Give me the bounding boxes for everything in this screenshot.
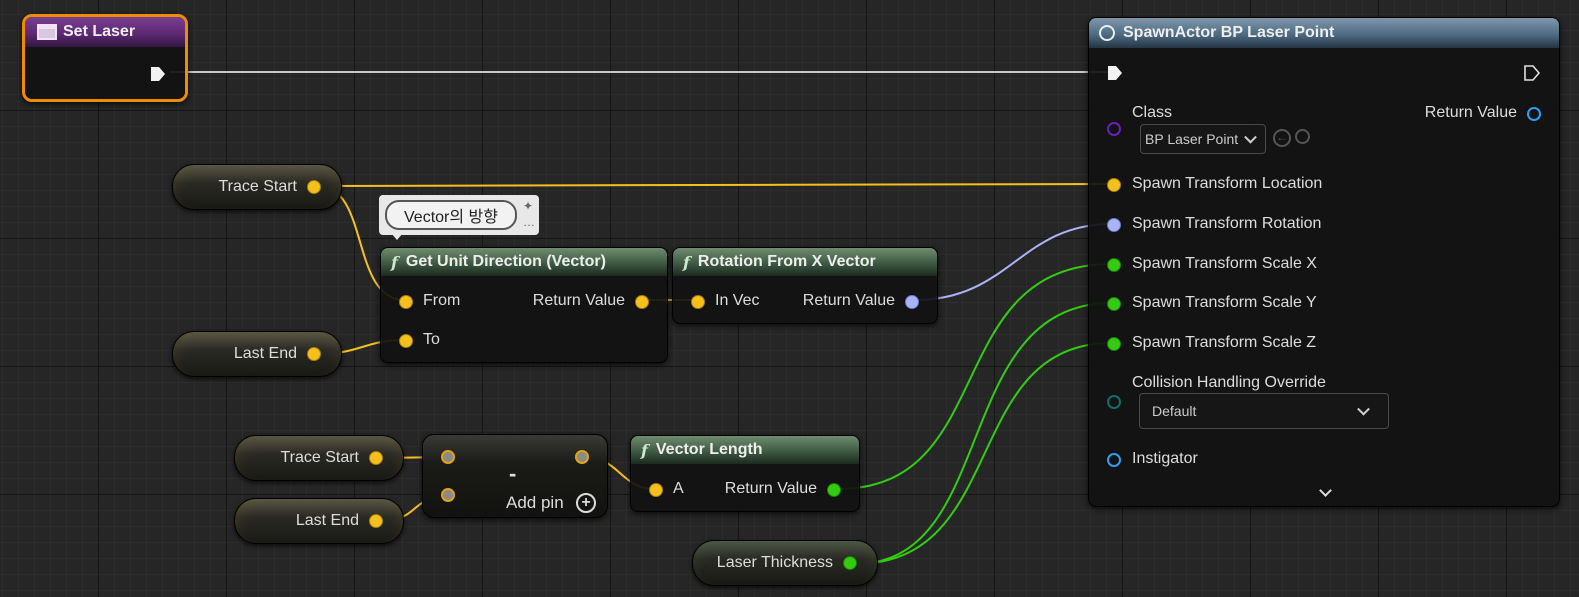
from-pin[interactable] [399,295,413,309]
spawn-transform-scale-y-label: Spawn Transform Scale Y [1132,294,1317,311]
class-pin[interactable] [1107,122,1121,136]
collision-handling-label: Collision Handling Override [1132,374,1326,391]
instigator-label: Instigator [1132,450,1198,467]
subtract-a-pin[interactable] [441,450,455,464]
class-dropdown[interactable]: BP Laser Point [1140,124,1266,154]
subtract-out-pin[interactable] [575,450,589,464]
exec-in-pin[interactable] [1106,64,1124,82]
spawn-transform-location-pin[interactable] [1107,178,1121,192]
spawn-transform-scale-x-label: Spawn Transform Scale X [1132,255,1317,272]
variable-label: Last End [233,345,297,362]
return-value-label: Return Value [724,480,817,497]
subtract-symbol: - [509,461,517,486]
variable-label: Trace Start [218,178,297,195]
node-header[interactable]: f Rotation From X Vector [673,248,937,276]
spawn-transform-rotation-pin[interactable] [1107,218,1121,232]
class-label: Class [1132,104,1173,121]
spawn-transform-scale-z-label: Spawn Transform Scale Z [1132,334,1317,351]
variable-out-pin[interactable] [843,556,857,570]
a-label: A [673,480,684,497]
exec-out-pin[interactable] [1523,64,1541,82]
expand-chevron-icon[interactable] [1319,484,1332,497]
add-pin-icon[interactable]: + [576,493,596,513]
collision-handling-dropdown[interactable]: Default [1139,393,1389,429]
variable-label: Last End [295,512,359,529]
instigator-pin[interactable] [1107,453,1121,467]
use-selected-icon[interactable]: ← [1273,129,1291,147]
add-pin-label[interactable]: Add pin [506,493,564,513]
function-icon: f [391,252,398,272]
subtract-b-pin[interactable] [441,488,455,502]
collision-handling-value: Default [1152,403,1197,419]
set-laser-title: Set Laser [63,23,136,40]
node-title: Rotation From X Vector [697,253,876,270]
return-value-label: Return Value [802,292,895,309]
class-value: BP Laser Point [1145,131,1239,147]
browse-search-icon[interactable] [1295,129,1310,144]
node-header[interactable]: SpawnActor BP Laser Point [1089,18,1559,48]
spawn-transform-rotation-label: Spawn Transform Rotation [1132,215,1322,232]
subtract-node[interactable]: - Add pin + [422,434,608,518]
vector-length-node[interactable]: f Vector Length A Return Value [630,435,860,512]
collision-handling-pin[interactable] [1107,395,1121,409]
comment-text: Vector의 방향 [404,209,498,226]
set-laser-node[interactable]: Set Laser [22,14,188,102]
variable-label: Trace Start [280,449,359,466]
trace-start-variable[interactable]: Trace Start [172,164,342,210]
return-value-pin[interactable] [1527,107,1541,121]
node-header[interactable]: f Get Unit Direction (Vector) [381,248,667,276]
comment-bubble: Vector의 방향 [385,200,517,230]
spawn-transform-scale-x-pin[interactable] [1107,258,1121,272]
trace-start-variable[interactable]: Trace Start [234,435,404,481]
a-pin[interactable] [649,483,663,497]
in-vec-pin[interactable] [691,295,705,309]
to-pin[interactable] [399,334,413,348]
in-vec-label: In Vec [715,292,760,309]
spawn-actor-icon [1099,25,1115,41]
return-value-label: Return Value [1424,104,1517,121]
set-variable-icon [37,24,57,40]
rotation-from-x-vector-node[interactable]: f Rotation From X Vector In Vec Return V… [672,247,938,324]
spawn-transform-location-label: Spawn Transform Location [1132,175,1323,192]
chevron-down-icon [1244,130,1257,144]
from-label: From [423,292,461,309]
spawn-actor-node[interactable]: SpawnActor BP Laser Point Class BP Laser… [1088,17,1560,507]
return-value-pin[interactable] [635,295,649,309]
node-header[interactable]: f Vector Length [631,436,859,464]
function-icon: f [641,440,648,460]
exec-out-pin[interactable] [149,65,167,83]
variable-out-pin[interactable] [307,347,321,361]
variable-out-pin[interactable] [307,180,321,194]
last-end-variable[interactable]: Last End [234,498,404,544]
get-unit-direction-node[interactable]: f Get Unit Direction (Vector) From To Re… [380,247,668,363]
pin-icon[interactable]: ✦ [523,199,533,213]
variable-label: Laser Thickness [716,554,833,571]
spawn-transform-scale-z-pin[interactable] [1107,337,1121,351]
variable-out-pin[interactable] [369,451,383,465]
spawn-transform-scale-y-pin[interactable] [1107,297,1121,311]
laser-thickness-variable[interactable]: Laser Thickness [692,540,878,586]
comment-pointer [391,233,403,240]
return-value-label: Return Value [532,292,625,309]
to-label: To [423,331,440,348]
function-icon: f [683,252,690,272]
node-title: Get Unit Direction (Vector) [405,253,606,270]
last-end-variable[interactable]: Last End [172,331,342,377]
return-value-pin[interactable] [827,483,841,497]
node-title: SpawnActor BP Laser Point [1123,24,1335,41]
comment-box[interactable]: Vector의 방향 ✦ … [379,195,539,240]
variable-out-pin[interactable] [369,514,383,528]
more-icon[interactable]: … [523,215,535,229]
node-title: Vector Length [655,441,763,458]
chevron-down-icon [1357,402,1370,416]
set-laser-header[interactable]: Set Laser [25,17,185,47]
return-value-pin[interactable] [905,295,919,309]
